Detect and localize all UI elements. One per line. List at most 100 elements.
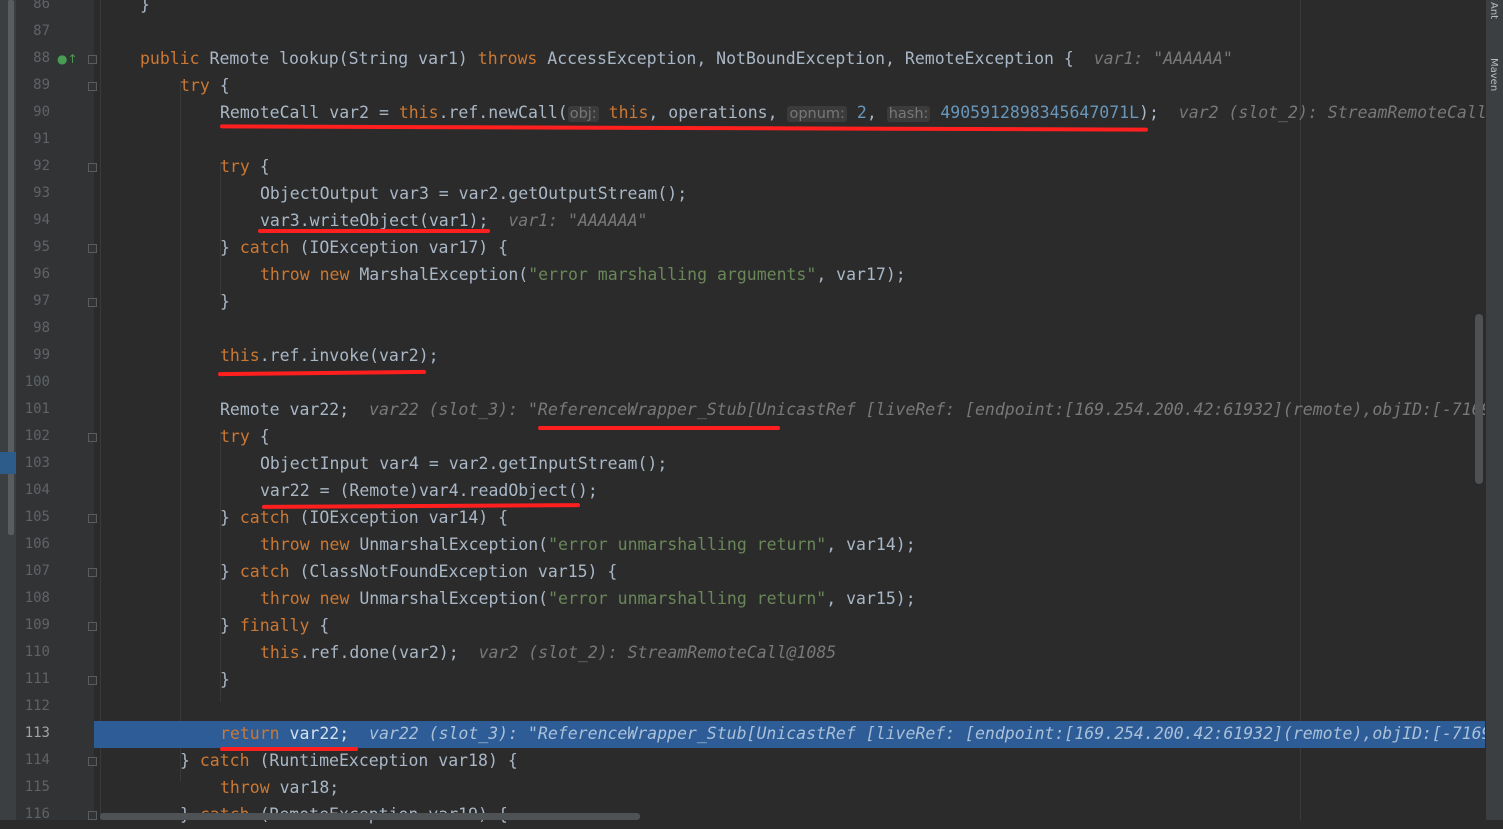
code-line[interactable]: 96 throw new MarshalException("error mar… — [0, 262, 1485, 289]
code-text: } catch (IOException var14) { — [220, 508, 508, 527]
line-number[interactable]: 91 — [18, 131, 50, 147]
code-line[interactable]: 109 } finally { — [0, 613, 1485, 640]
code-line[interactable]: 89 try { — [0, 73, 1485, 100]
code-line[interactable]: 93 ObjectOutput var3 = var2.getOutputStr… — [0, 181, 1485, 208]
code-line[interactable]: 97 } — [0, 289, 1485, 316]
code-text: .ref.done(var2); — [299, 643, 459, 662]
annotation-underline — [258, 229, 490, 233]
code-line[interactable]: 99 this.ref.invoke(var2); — [0, 343, 1485, 370]
line-number[interactable]: 101 — [18, 401, 50, 417]
fold-icon[interactable] — [88, 811, 97, 820]
line-number[interactable]: 92 — [18, 158, 50, 174]
code-line[interactable]: 113 return var22; var22 (slot_3): "Refer… — [0, 721, 1492, 748]
code-line[interactable]: 87 — [0, 19, 1485, 46]
keyword: this — [220, 346, 260, 365]
line-number[interactable]: 111 — [18, 671, 50, 687]
code-line[interactable]: 114 } catch (RuntimeException var18) { — [0, 748, 1485, 775]
line-number[interactable]: 109 — [18, 617, 50, 633]
line-number[interactable]: 112 — [18, 698, 50, 714]
fold-icon[interactable] — [88, 568, 97, 577]
fold-icon[interactable] — [88, 676, 97, 685]
code-line[interactable]: 98 — [0, 316, 1485, 343]
code-line[interactable]: 101 Remote var22; var22 (slot_3): "Refer… — [0, 397, 1492, 424]
code-text: return var22; var22 (slot_3): "Reference… — [220, 724, 1492, 743]
line-number[interactable]: 86 — [18, 0, 50, 12]
line-number[interactable]: 100 — [18, 374, 50, 390]
line-number[interactable]: 93 — [18, 185, 50, 201]
code-line[interactable]: 90 RemoteCall var2 = this.ref.newCall(ob… — [0, 100, 1503, 127]
line-number[interactable]: 95 — [18, 239, 50, 255]
line-number[interactable]: 94 — [18, 212, 50, 228]
line-number[interactable]: 96 — [18, 266, 50, 282]
fold-icon[interactable] — [88, 433, 97, 442]
code-line[interactable]: 88 ●↑ public Remote lookup(String var1) … — [0, 46, 1485, 73]
code-text: (RuntimeException var18) { — [249, 751, 518, 770]
code-text: RemoteCall var2 = — [220, 103, 399, 122]
code-text: } — [220, 562, 240, 581]
code-line[interactable]: 110 this.ref.done(var2); var2 (slot_2): … — [0, 640, 1485, 667]
line-number[interactable]: 89 — [18, 77, 50, 93]
code-line[interactable]: 95 } catch (IOException var17) { — [0, 235, 1485, 262]
line-number[interactable]: 110 — [18, 644, 50, 660]
code-line[interactable]: 106 throw new UnmarshalException("error … — [0, 532, 1485, 559]
line-number[interactable]: 106 — [18, 536, 50, 552]
code-line[interactable]: 112 — [0, 694, 1485, 721]
fold-icon[interactable] — [88, 298, 97, 307]
fold-icon[interactable] — [88, 757, 97, 766]
code-line[interactable]: 91 — [0, 127, 1485, 154]
keyword: throw new — [260, 535, 350, 554]
keyword: try — [220, 427, 250, 446]
line-number[interactable]: 99 — [18, 347, 50, 363]
code-line[interactable]: 86 } — [0, 0, 1485, 19]
code-line[interactable]: 115 throw var18; — [0, 775, 1485, 802]
line-number[interactable]: 88 — [18, 50, 50, 66]
keyword: finally — [239, 616, 310, 635]
code-line[interactable]: 103 ObjectInput var4 = var2.getInputStre… — [0, 451, 1485, 478]
code-text: ObjectOutput var3 = var2.getOutputStream… — [260, 184, 688, 203]
vertical-scrollbar-thumb[interactable] — [1475, 314, 1483, 484]
line-number[interactable]: 90 — [18, 104, 50, 120]
code-text: } catch (RuntimeException var18) { — [180, 751, 518, 770]
maven-tab-label: Maven — [1488, 58, 1499, 92]
code-line[interactable]: 92 try { — [0, 154, 1485, 181]
code-text: throw var18; — [220, 778, 339, 797]
fold-icon[interactable] — [88, 622, 97, 631]
fold-icon[interactable] — [88, 514, 97, 523]
line-number[interactable]: 104 — [18, 482, 50, 498]
code-text: AccessException, NotBoundException, Remo… — [537, 49, 1074, 68]
line-number[interactable]: 103 — [18, 455, 50, 471]
code-text: } catch (ClassNotFoundException var15) { — [220, 562, 617, 581]
line-number[interactable]: 108 — [18, 590, 50, 606]
maven-tab[interactable]: Maven — [1488, 58, 1499, 91]
line-number[interactable]: 107 — [18, 563, 50, 579]
line-number[interactable]: 102 — [18, 428, 50, 444]
code-text: var3.writeObject(var1); — [260, 211, 489, 230]
line-number[interactable]: 105 — [18, 509, 50, 525]
code-line[interactable]: 108 throw new UnmarshalException("error … — [0, 586, 1485, 613]
horizontal-scrollbar-thumb[interactable] — [100, 813, 640, 820]
keyword: catch — [239, 238, 290, 257]
fold-icon[interactable] — [88, 163, 97, 172]
fold-icon[interactable] — [88, 244, 97, 253]
keyword: catch — [239, 562, 290, 581]
code-line[interactable]: 105 } catch (IOException var14) { — [0, 505, 1485, 532]
line-number[interactable]: 97 — [18, 293, 50, 309]
code-line[interactable]: 107 } catch (ClassNotFoundException var1… — [0, 559, 1485, 586]
line-number[interactable]: 114 — [18, 752, 50, 768]
fold-icon[interactable] — [88, 82, 97, 91]
ant-tab[interactable]: Ant — [1488, 2, 1499, 19]
code-text: } — [140, 0, 150, 14]
code-line[interactable]: 94 var3.writeObject(var1); var1: "AAAAAA… — [0, 208, 1485, 235]
code-text: { — [209, 76, 230, 95]
code-line[interactable]: 104 var22 = (Remote)var4.readObject(); — [0, 478, 1485, 505]
fold-icon[interactable] — [88, 55, 97, 64]
line-number[interactable]: 115 — [18, 779, 50, 795]
code-line[interactable]: 111 } — [0, 667, 1485, 694]
code-text: public Remote lookup(String var1) throws… — [140, 49, 1233, 68]
line-number[interactable]: 87 — [18, 23, 50, 39]
override-marker-icon[interactable]: ●↑ — [57, 52, 78, 66]
keyword: throw new — [260, 589, 350, 608]
line-number[interactable]: 98 — [18, 320, 50, 336]
keyword: this — [398, 103, 439, 122]
line-number[interactable]: 113 — [18, 725, 50, 741]
